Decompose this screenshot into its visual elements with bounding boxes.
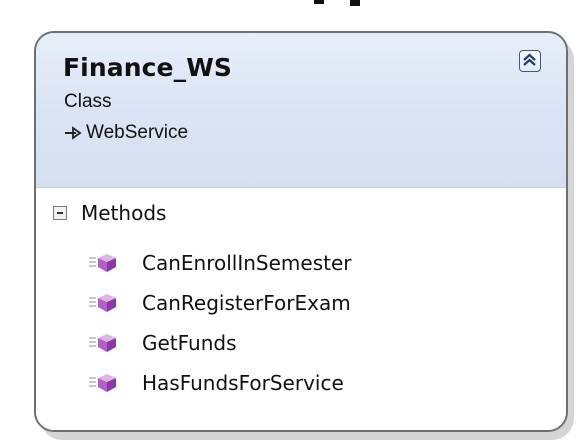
methods-section-header[interactable]: Methods <box>53 201 166 225</box>
inheritance-arrow-icon <box>65 126 82 140</box>
public-method-icon <box>89 294 116 312</box>
public-method-icon <box>89 254 116 272</box>
methods-section-label: Methods <box>81 201 167 225</box>
public-method-icon <box>89 374 116 392</box>
method-item[interactable]: GetFunds <box>88 323 352 363</box>
method-item[interactable]: CanEnrollInSemester <box>88 243 352 283</box>
method-item[interactable]: CanRegisterForExam <box>88 283 352 323</box>
collapse-button[interactable] <box>519 50 541 72</box>
method-item[interactable]: HasFundsForService <box>88 363 352 403</box>
double-chevron-up-icon <box>523 53 536 66</box>
method-name: CanEnrollInSemester <box>142 251 352 275</box>
class-header: Finance_WS Class WebService <box>36 33 566 188</box>
inheritance-row: WebService <box>64 121 188 145</box>
public-method-icon <box>89 334 116 352</box>
class-shape[interactable]: Finance_WS Class WebService Methods CanE… <box>34 31 568 432</box>
class-name: Finance_WS <box>63 53 232 82</box>
method-list: CanEnrollInSemester CanRegisterForExam G… <box>88 243 352 403</box>
method-name: GetFunds <box>142 331 237 355</box>
truncated-heading-fragment <box>292 0 408 16</box>
class-members-area: Methods CanEnrollInSemester CanRegisterF… <box>36 188 566 430</box>
method-name: HasFundsForService <box>142 371 344 395</box>
base-class-name: WebService <box>86 122 189 143</box>
method-name: CanRegisterForExam <box>142 291 351 315</box>
class-kind-label: Class <box>64 91 112 112</box>
minus-box-icon[interactable] <box>53 206 67 220</box>
